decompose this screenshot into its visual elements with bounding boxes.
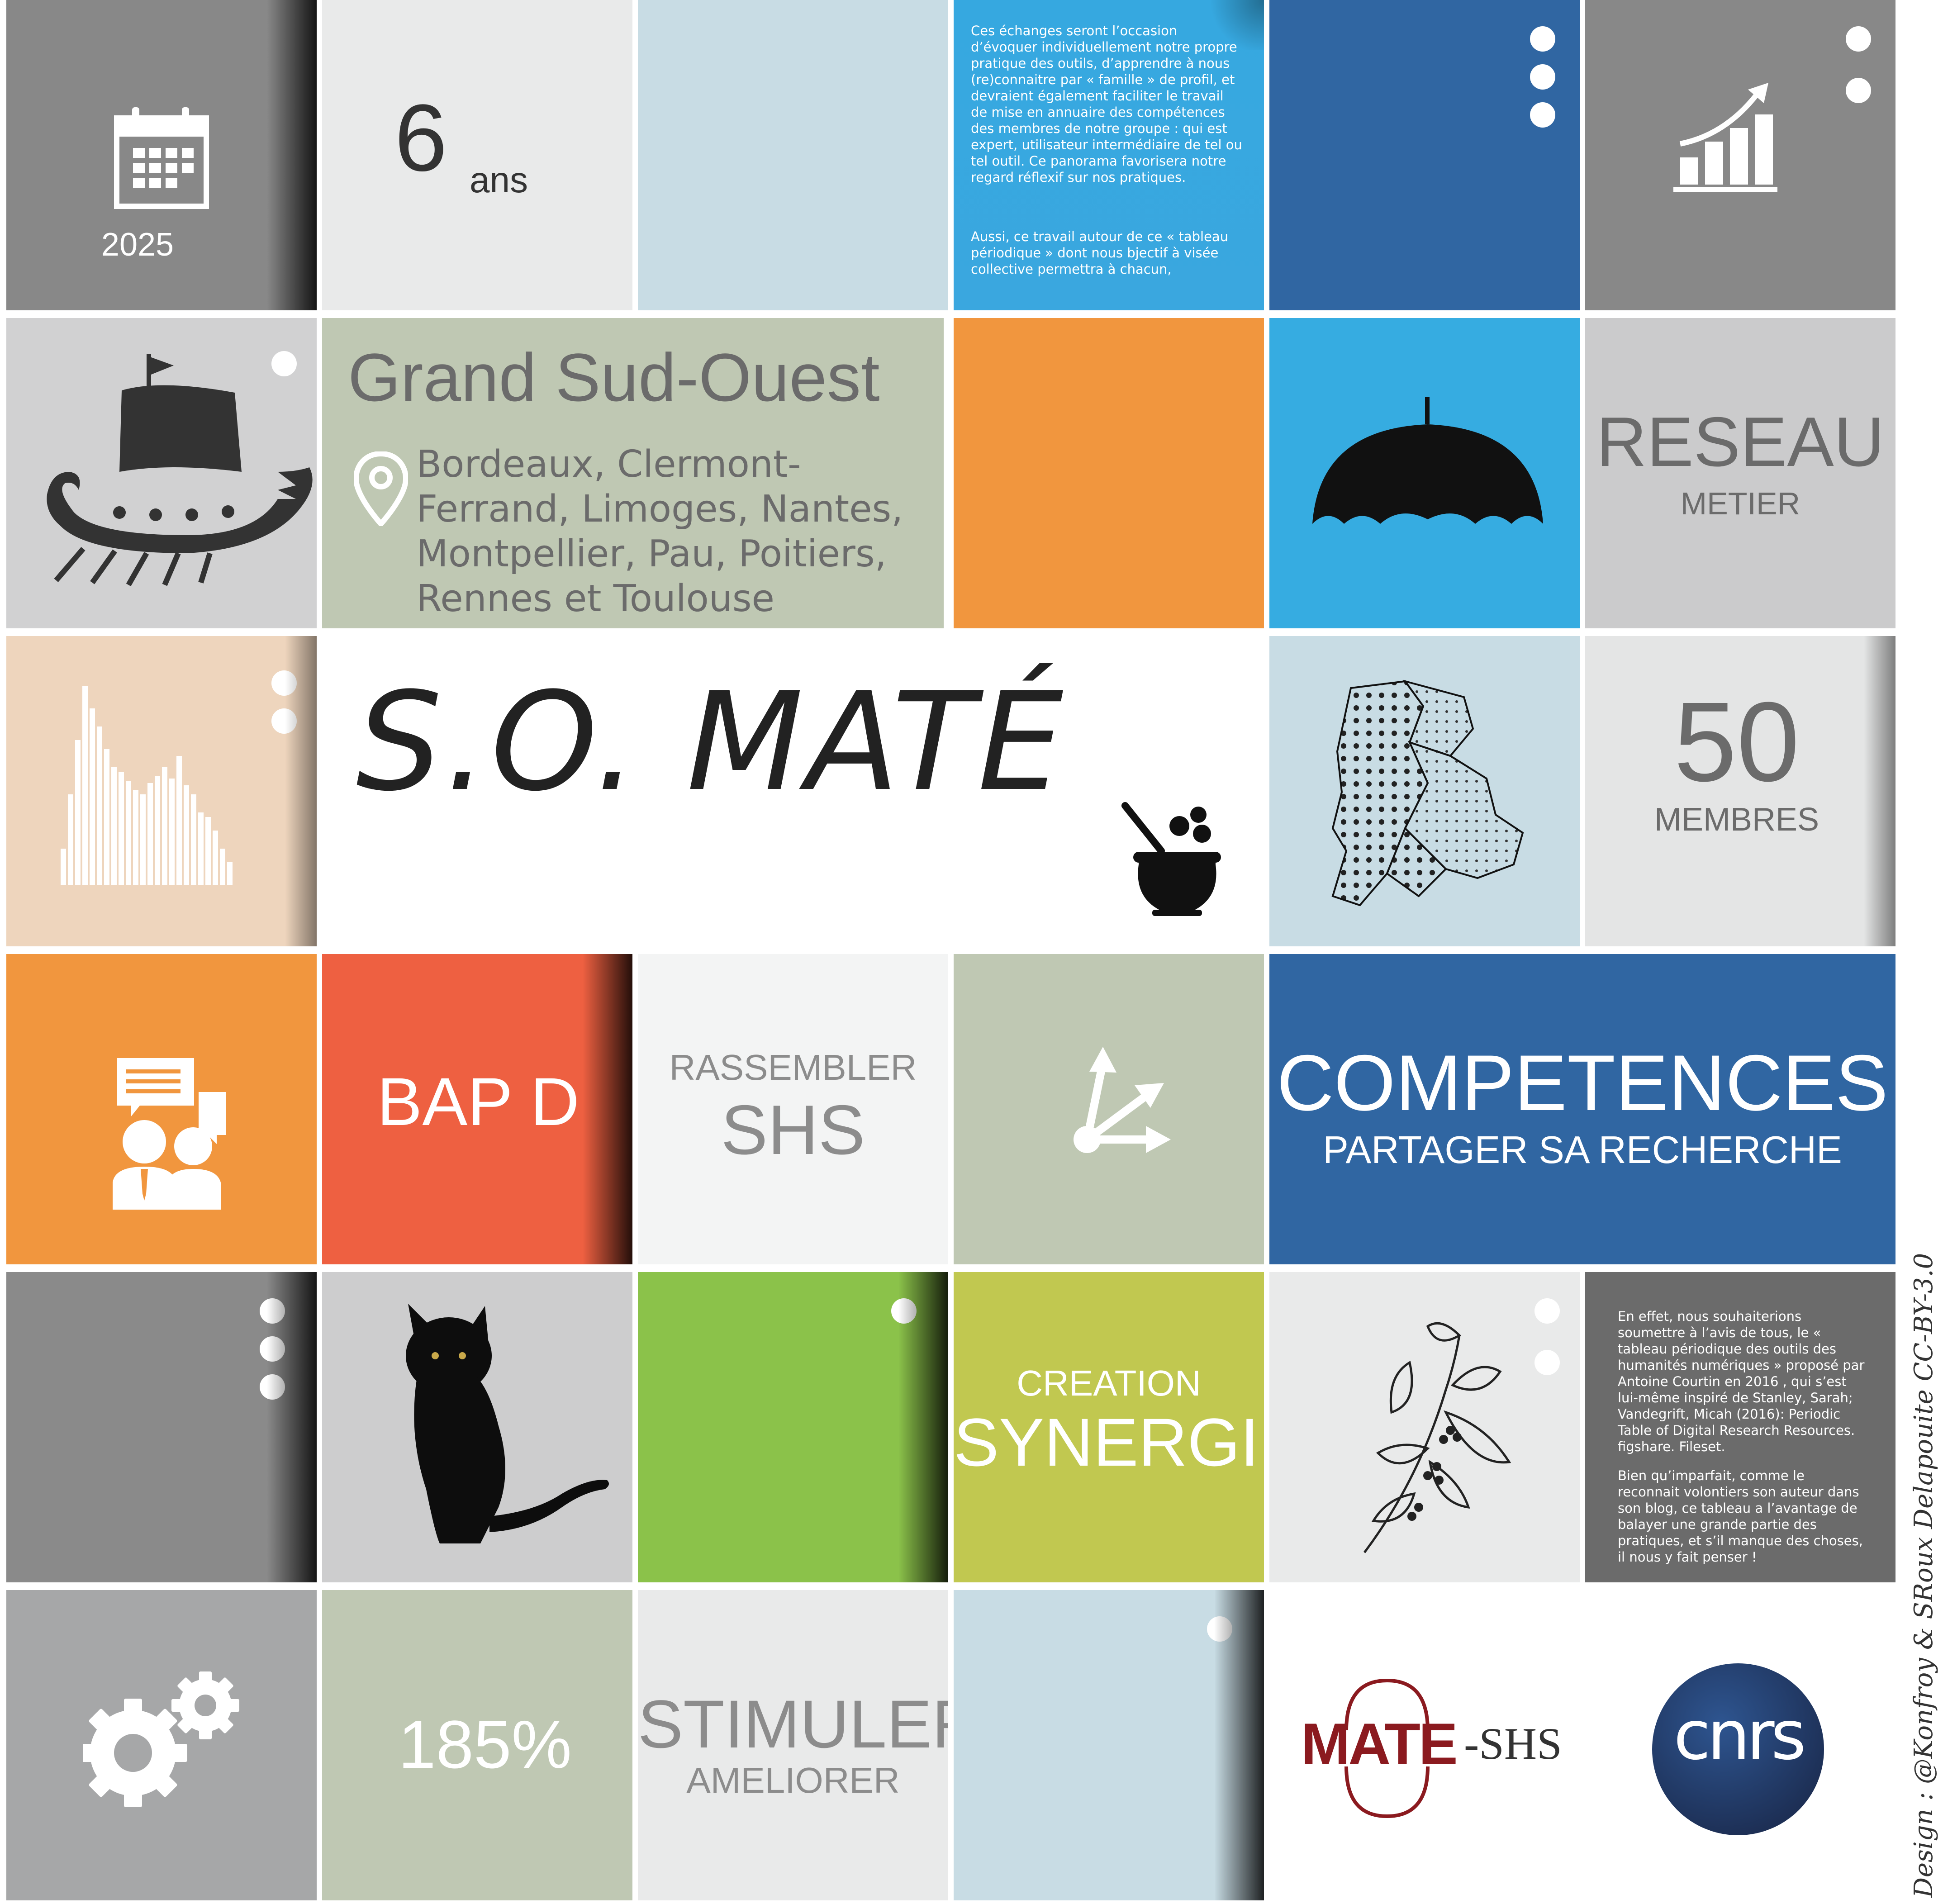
region-tile: Grand Sud-Ouest Bordeaux, Clermont- Ferr… — [322, 318, 944, 628]
region-map-icon — [1331, 679, 1524, 907]
share-arrows-icon — [1074, 1047, 1171, 1153]
synergy-line2: SYNERGIE — [954, 1404, 1264, 1480]
light-blue-tile — [954, 1590, 1264, 1900]
intro-paragraph-2: Aussi, ce travail autour de ce « tableau… — [971, 229, 1229, 277]
network-subtitle: METIER — [1680, 486, 1800, 521]
mate-shs-logo-part1: MATE — [1301, 1711, 1458, 1777]
text-tile-top: Ces échanges seront l’occasion d’évoquer… — [954, 0, 1264, 310]
outro-paragraph-1: En effet, nous souhaiterions soumettre à… — [1618, 1309, 1865, 1454]
gather-line2: SHS — [721, 1091, 865, 1169]
umbrella-tile — [1269, 318, 1580, 628]
city-line: Bordeaux, Clermont- — [416, 443, 801, 486]
cauldron-icon — [1121, 802, 1221, 916]
discussion-tile — [6, 954, 317, 1264]
competences-subtitle: PARTAGER SA RECHERCHE — [1323, 1129, 1842, 1172]
calendar-year: 2025 — [101, 227, 174, 263]
dot-icon — [1530, 26, 1555, 52]
dot-icon — [891, 1298, 917, 1324]
age-tile: 6 ans — [322, 0, 632, 310]
umbrella-icon — [1312, 397, 1543, 524]
share-tile — [954, 954, 1264, 1264]
histogram-icon — [61, 686, 233, 885]
text-tile-bottom: En effet, nous souhaiterions soumettre à… — [1585, 1272, 1895, 1582]
mate-plant-icon — [1363, 1322, 1511, 1553]
network-title: RESEAU — [1596, 403, 1885, 481]
mate-shs-logo-part2: -SHS — [1464, 1719, 1562, 1769]
histogram-tile — [6, 636, 317, 946]
mate-shs-logo-tile: MATE -SHS — [1269, 1590, 1580, 1900]
percent-value: 185% — [398, 1706, 572, 1782]
bap-tile: BAP D — [322, 954, 632, 1264]
members-tile: 50 MEMBRES — [1585, 636, 1895, 946]
gather-tile: RASSEMBLER SHS — [638, 954, 948, 1264]
dot-icon — [1846, 78, 1871, 103]
stimulate-line2: AMELIORER — [686, 1760, 900, 1800]
dot-icon — [260, 1374, 285, 1400]
cnrs-logo-text: cnrs — [1673, 1696, 1806, 1775]
city-line: Ferrand, Limoges, Nantes, — [416, 488, 903, 531]
stimulate-line1: STIMULER — [638, 1686, 948, 1762]
age-unit: ans — [470, 160, 528, 200]
age-number: 6 — [394, 85, 447, 191]
competences-title: COMPETENCES — [1277, 1039, 1888, 1127]
dot-icon — [1846, 26, 1871, 52]
growth-tile — [1585, 0, 1895, 310]
dot-icon — [1207, 1616, 1232, 1642]
stimulate-tile: STIMULER AMELIORER — [638, 1590, 948, 1900]
plant-tile — [1269, 1272, 1580, 1582]
intro-paragraph-1: Ces échanges seront l’occasion d’évoquer… — [971, 23, 1242, 185]
synergy-line1: CREATION — [1017, 1363, 1201, 1403]
cnrs-logo-tile: cnrs — [1585, 1590, 1895, 1900]
city-list: Bordeaux, Clermont- Ferrand, Limoges, Na… — [416, 442, 903, 621]
percent-tile: 185% — [322, 1590, 632, 1900]
cat-tile — [322, 1272, 632, 1582]
app-logo: S.O. MATÉ — [356, 663, 1066, 821]
dot-icon — [1530, 64, 1555, 90]
dot-icon — [1534, 1298, 1560, 1324]
location-pin-icon — [354, 451, 408, 526]
members-count: 50 — [1673, 679, 1800, 805]
discussion-icon — [113, 1058, 226, 1210]
gray-dots-tile — [6, 1272, 317, 1582]
gather-line1: RASSEMBLER — [669, 1047, 917, 1087]
dot-icon — [1530, 102, 1555, 128]
growth-chart-icon — [1673, 83, 1777, 192]
logo-tile: S.O. MATÉ — [322, 636, 1259, 946]
city-line: Rennes et Toulouse — [416, 577, 774, 620]
ship-tile — [6, 318, 317, 628]
calendar-tile: 2025 — [6, 0, 317, 310]
dot-icon — [1534, 1350, 1560, 1375]
calendar-icon — [114, 107, 209, 209]
city-line: Montpellier, Pau, Poitiers, — [416, 532, 887, 575]
blue-dots-tile — [1269, 0, 1580, 310]
competences-tile: COMPETENCES PARTAGER SA RECHERCHE — [1269, 954, 1895, 1264]
dot-icon — [271, 708, 297, 734]
network-tile: RESEAU METIER — [1585, 318, 1895, 628]
bap-label: BAP D — [377, 1064, 580, 1140]
dot-icon — [260, 1336, 285, 1362]
members-label: MEMBRES — [1654, 802, 1819, 838]
design-credit: Design : @Konfroy & SRoux Delapouite CC-… — [1909, 1253, 1938, 1898]
dot-icon — [271, 670, 297, 696]
gears-icon — [83, 1671, 239, 1807]
region-title: Grand Sud-Ouest — [348, 339, 880, 415]
orange-tile — [954, 318, 1264, 628]
black-cat-image — [406, 1304, 609, 1543]
outro-paragraph-2: Bien qu’imparfait, comme le reconnait vo… — [1618, 1468, 1863, 1565]
map-tile — [1269, 636, 1580, 946]
dot-icon — [260, 1298, 285, 1324]
synergy-tile: CREATION SYNERGIE — [954, 1272, 1264, 1582]
viking-ship-icon — [47, 354, 313, 586]
gears-tile — [6, 1590, 317, 1900]
pale-blue-tile — [638, 0, 948, 310]
green-tile — [638, 1272, 948, 1582]
